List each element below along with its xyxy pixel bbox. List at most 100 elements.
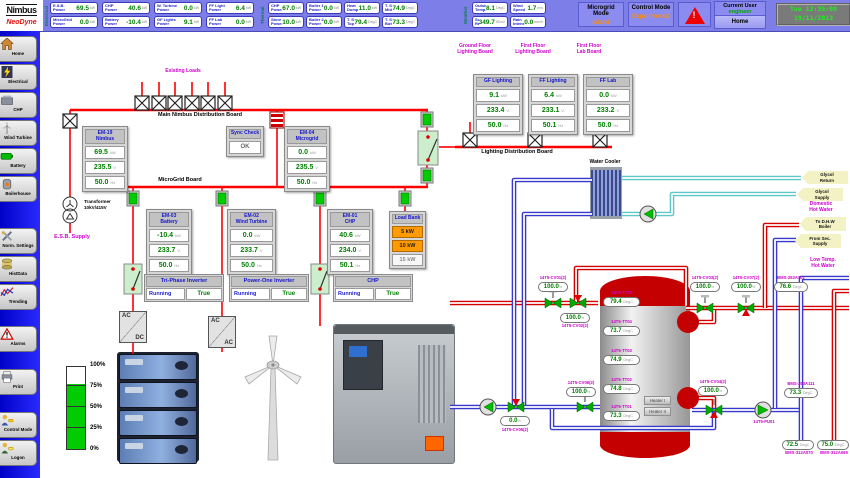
- meter-ff-lab: FF Lab 0.0kW 233.2V 50.0Hz: [583, 74, 633, 135]
- cv02-value: 100.0%: [560, 313, 590, 323]
- load-bank-panel: Load Bank 5 kW 10 kW 15 kW: [389, 211, 426, 269]
- cv01-label: 14T5-CV01(2): [532, 276, 574, 281]
- wind-converter-box: ACAC: [208, 316, 236, 348]
- meter-ff-lighting: FF Lighting 6.4kW 233.1V 50.1Hz: [528, 74, 578, 135]
- meter-em01: EM-01CHP 40.6kW 234.0V 50.1Hz: [327, 209, 373, 275]
- heater2-button[interactable]: Heater II: [644, 407, 671, 416]
- tank-port-upper: [677, 311, 699, 333]
- soc-tick-0: 0%: [90, 446, 99, 452]
- status-triphase-inverter: Tri-Phase Inverter RunningTrue: [144, 274, 224, 302]
- cv05-label: 14T5-CV05(2): [494, 428, 536, 433]
- cv04-value: 100.0%: [698, 386, 728, 396]
- contactor-wind: [216, 191, 228, 206]
- pump-glycol[interactable]: [640, 206, 656, 222]
- contactor-battery: [127, 191, 139, 206]
- glycol-supply-tag: GlycolSupply: [797, 188, 843, 201]
- bms253a111-value: 73.3 DegC: [784, 388, 818, 398]
- tank-port-lower: [677, 387, 699, 409]
- cv02-label: 14T5-CV02(2): [554, 324, 596, 329]
- transformer-label: Transformer10kV/415V: [84, 199, 128, 210]
- breaker-load-3: [168, 96, 182, 110]
- status-chp: CHP RunningTrue: [333, 274, 413, 302]
- hmi-screen: Nimbus NeoDyne Electrical E.S.B.Power69.…: [0, 0, 850, 478]
- esb-supply-label: E.S.B. Supply: [48, 235, 96, 241]
- lighting-board-label: Lighting Distribution Board: [462, 149, 572, 155]
- tt02-value: 74.8 DegC: [603, 384, 640, 394]
- domestic-hot-water-label: DomesticHot Water: [796, 202, 846, 213]
- cv06-label: 14T5-CV06(2): [560, 381, 602, 386]
- pipe-hot-lowtemp-supply: [834, 291, 849, 441]
- tt02-label: 14T5-TT02: [603, 378, 640, 383]
- load-bank-step-1[interactable]: 5 kW: [392, 226, 423, 238]
- heater1-button[interactable]: Heater I: [644, 396, 671, 405]
- load-bank-step-3[interactable]: 15 kW: [392, 254, 423, 266]
- cv01-value: 100.0%: [538, 282, 568, 292]
- tt03-value: 74.9 DegC: [603, 355, 640, 365]
- main-board-label: Main Nimbus Distribution Board: [130, 112, 270, 118]
- pipe-hot-dhw: [765, 225, 799, 308]
- battery-inverter-box: ACDC: [119, 311, 147, 343]
- bms253a101-label: BMS-253A101: [768, 276, 814, 281]
- battery-soc-gauge: [66, 366, 86, 450]
- bms312a070-value: 72.5 DegC: [782, 440, 814, 450]
- glycol-return-tag: GlycolReturn: [802, 171, 848, 184]
- dhw-boiler-tag: To D.H.WBoiler: [800, 217, 846, 231]
- sync-check-box: Sync Check OK: [226, 126, 264, 157]
- transformer-symbol: [63, 197, 77, 223]
- water-cooler-label: Water Cooler: [582, 159, 628, 165]
- valve-cv07[interactable]: [738, 295, 754, 316]
- pipe-cold-lowtemp-return: [801, 278, 849, 441]
- tt05-label: 14T5-TT05: [603, 291, 640, 296]
- pump-pu01[interactable]: [755, 402, 771, 418]
- breaker-load-6: [218, 96, 232, 110]
- pipe-cold-cooler-b: [524, 214, 592, 405]
- meter-gf-lighting: GF Lighting 9.1kW 233.4V 50.0Hz: [473, 74, 523, 135]
- low-temp-hot-water-label: Low Temp.Hot Water: [798, 258, 848, 269]
- switch-lighting-changeover[interactable]: [418, 131, 438, 165]
- tt04-label: 14T5-TT04: [603, 320, 640, 325]
- breaker-ff-lighting: [528, 133, 542, 147]
- soc-tick-50: 50%: [90, 404, 102, 410]
- status-powerone-inverter: Power-One Inverter RunningTrue: [229, 274, 309, 302]
- existing-loads-label: Existing Loads: [148, 69, 218, 75]
- bms312a069-value: 75.0 DegC: [817, 440, 849, 450]
- cv05-value: 0.0%: [500, 416, 530, 426]
- meter-em03: EM-03Battery -10.4kW 233.7V 50.0Hz: [146, 209, 192, 275]
- cv07-label: 14T5-CV07(2): [725, 276, 767, 281]
- valve-cv05[interactable]: [508, 399, 524, 412]
- valve-cv02[interactable]: [570, 295, 586, 308]
- cv07-value: 100.0%: [731, 282, 761, 292]
- gf-board-caption: Ground FloorLighting Board: [450, 44, 500, 55]
- cv03-value: 100.0%: [690, 282, 720, 292]
- bms312a069-label: BMS-312A069: [813, 451, 850, 456]
- contactor-chp: [314, 191, 326, 206]
- breaker-gf-lighting: [463, 133, 477, 147]
- contactor-lighting-main: [421, 112, 433, 127]
- cv04-label: 14T5-CV04(2): [692, 380, 734, 385]
- contactor-loadbank: [399, 191, 411, 206]
- bms253a101-value: 76.6 DegC: [774, 282, 808, 292]
- tt05-value: 79.4 DegC: [603, 297, 640, 307]
- contactor-lighting-microgrid: [421, 168, 433, 183]
- breaker-load-5: [201, 96, 215, 110]
- battery-soc-fill: [67, 384, 85, 449]
- meter-em04: EM-04Microgrid 0.0kW 235.5V 50.0Hz: [284, 126, 330, 192]
- breaker-ff-lab: [593, 133, 607, 147]
- soc-tick-25: 25%: [90, 425, 102, 431]
- tt04-value: 73.7 DegC: [603, 326, 640, 336]
- bms253a111-label: BMS-253A111: [778, 382, 824, 387]
- lab-board-caption: First FloorLab Board: [564, 44, 614, 55]
- tt01-value: 73.3 DegC: [603, 411, 640, 421]
- soc-tick-100: 100%: [90, 362, 105, 368]
- breaker-microgrid-striped[interactable]: [270, 112, 284, 128]
- ff-board-caption: First FloorLighting Board: [508, 44, 558, 55]
- breaker-load-2: [152, 96, 166, 110]
- switch-battery[interactable]: [124, 264, 142, 294]
- pu01-label: 14T5-PU01: [744, 420, 784, 425]
- cv06-value: 100.0%: [566, 387, 596, 397]
- tt03-label: 14T5-TT03: [603, 349, 640, 354]
- pump-chp-loop[interactable]: [480, 399, 496, 415]
- breaker-esb: [63, 114, 77, 128]
- breakers-x[interactable]: [63, 96, 607, 147]
- load-bank-step-2[interactable]: 10 kW: [392, 240, 423, 252]
